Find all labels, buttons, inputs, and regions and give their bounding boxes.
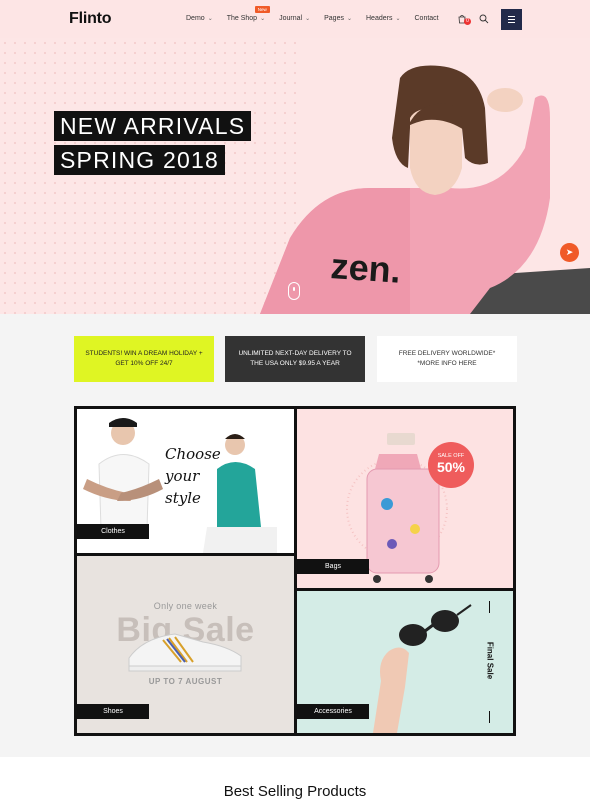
main-nav: Demo ⌄ The Shop ⌄ New Journal ⌄ Pages ⌄ Head…	[186, 6, 453, 22]
category-label-clothes[interactable]: Clothes	[77, 524, 149, 539]
best-selling-section: Best Selling Products	[0, 757, 590, 800]
hero-banner: zen. NEW ARRIVALS SPRING 2018 ➤	[0, 38, 590, 314]
divider	[489, 601, 490, 613]
category-grid: Choose your style Clothes SALE OFF 50% B…	[74, 406, 516, 736]
promo-next-day-delivery[interactable]: UNLIMITED NEXT-DAY DELIVERY TO THE USA O…	[225, 336, 365, 382]
sale-badge: SALE OFF 50%	[428, 442, 474, 488]
paper-plane-icon[interactable]: ➤	[560, 243, 579, 262]
hero-model-image: zen.	[260, 65, 590, 314]
category-bags[interactable]: SALE OFF 50% Bags	[297, 409, 513, 588]
site-header: Flinto Demo ⌄ The Shop ⌄ New Journal ⌄ Page…	[0, 0, 590, 38]
category-label-accessories[interactable]: Accessories	[297, 704, 369, 719]
nav-label: Headers	[366, 15, 393, 22]
category-accessories[interactable]: Final Sale Accessories	[297, 591, 513, 733]
nav-label: Contact	[414, 15, 439, 22]
new-badge: New	[254, 6, 270, 13]
sale-badge-value: 50%	[436, 459, 466, 475]
hero-headline-line2: SPRING 2018	[54, 145, 225, 175]
nav-item-the-shop[interactable]: The Shop ⌄ New	[226, 6, 270, 22]
headline-word: style	[165, 489, 201, 507]
sneaker-image	[128, 633, 242, 672]
scroll-indicator-icon[interactable]	[288, 282, 300, 300]
chevron-down-icon: ⌄	[395, 16, 401, 22]
nav-item-journal[interactable]: Journal ⌄	[279, 15, 310, 22]
svg-text:zen.: zen.	[329, 245, 402, 291]
headline-word: your	[165, 467, 200, 485]
search-icon[interactable]	[479, 14, 489, 24]
final-sale-label: Final Sale	[485, 601, 495, 723]
nav-item-headers[interactable]: Headers ⌄	[366, 15, 401, 22]
final-sale-text: Final Sale	[485, 641, 495, 680]
divider	[489, 711, 490, 723]
nav-label: Journal	[279, 15, 303, 22]
nav-label: Pages	[324, 15, 344, 22]
section-title: Best Selling Products	[223, 783, 367, 800]
chevron-down-icon: ⌄	[346, 16, 352, 22]
headline-word: Choose	[165, 445, 221, 463]
hero-headline-line1: NEW ARRIVALS	[54, 111, 252, 141]
promo-students[interactable]: STUDENTS! WIN A DREAM HOLIDAY + GET 10% …	[74, 336, 214, 382]
promo-free-delivery[interactable]: FREE DELIVERY WORLDWIDE* *MORE INFO HERE	[377, 336, 517, 382]
cart-count-badge: 0	[464, 18, 471, 25]
category-label-bags[interactable]: Bags	[297, 559, 369, 574]
shoes-kicker: Only one week	[153, 601, 218, 611]
nav-label: The Shop	[226, 15, 258, 22]
nav-item-pages[interactable]: Pages ⌄	[324, 15, 352, 22]
chevron-down-icon: ⌄	[207, 16, 213, 22]
hamburger-menu-button[interactable]	[501, 9, 522, 30]
shoes-subline: UP TO 7 AUGUST	[148, 677, 223, 686]
chevron-down-icon: ⌄	[305, 16, 311, 22]
nav-item-contact[interactable]: Contact	[415, 15, 439, 22]
category-clothes[interactable]: Choose your style Clothes	[77, 409, 294, 553]
clothes-headline: Choose your style	[165, 443, 221, 509]
chevron-down-icon: ⌄	[260, 16, 266, 22]
logo[interactable]: Flinto	[69, 10, 112, 28]
nav-label: Demo	[186, 15, 205, 22]
nav-item-demo[interactable]: Demo ⌄	[186, 15, 213, 22]
category-label-shoes[interactable]: Shoes	[77, 704, 149, 719]
category-shoes[interactable]: Only one week Big Sale UP TO 7 AUGUST Sh…	[77, 556, 294, 733]
